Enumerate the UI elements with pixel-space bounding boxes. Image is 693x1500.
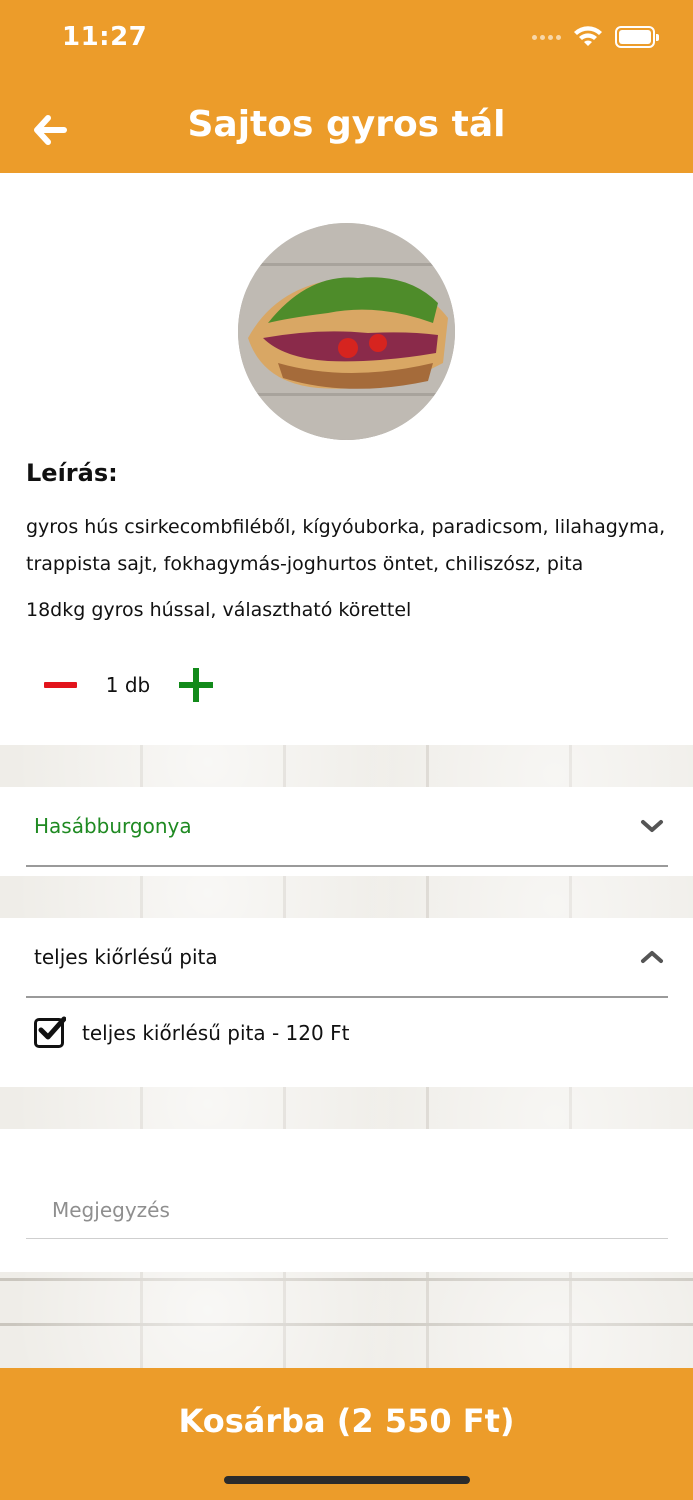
signal-icon	[532, 34, 561, 40]
status-time: 11:27	[62, 22, 148, 52]
bread-section: teljes kiőrlésű pita teljes kiőrlésű pit…	[0, 918, 693, 1087]
note-section	[0, 1129, 693, 1272]
side-dish-section: Hasábburgonya	[0, 787, 693, 876]
chevron-down-icon	[641, 820, 663, 832]
brick-background	[0, 1272, 693, 1368]
minus-icon	[43, 682, 77, 688]
note-input[interactable]	[26, 1181, 668, 1239]
add-to-cart-label: Kosárba (2 550 Ft)	[178, 1402, 515, 1440]
brick-background	[0, 876, 693, 918]
bread-option-label: teljes kiőrlésű pita - 120 Ft	[82, 1021, 350, 1045]
battery-icon	[615, 26, 659, 48]
decrease-quantity-button[interactable]	[40, 665, 80, 705]
page-title: Sajtos gyros tál	[187, 104, 506, 145]
brick-background	[0, 745, 693, 787]
quantity-stepper: 1 db	[40, 665, 216, 705]
bread-dropdown[interactable]: teljes kiőrlésű pita	[26, 918, 668, 998]
quantity-value: 1 db	[105, 673, 151, 697]
description-text: gyros hús csirkecombfiléből, kígyóuborka…	[26, 516, 666, 575]
chevron-up-icon	[641, 951, 663, 963]
product-image	[238, 223, 455, 440]
wifi-icon	[574, 26, 602, 46]
side-dish-dropdown[interactable]: Hasábburgonya	[26, 787, 668, 867]
app-header: 11:27 Sajtos gyros tál	[0, 0, 693, 173]
brick-background	[0, 1087, 693, 1129]
home-indicator	[224, 1476, 470, 1484]
increase-quantity-button[interactable]	[176, 665, 216, 705]
checkbox-checked-icon[interactable]	[34, 1016, 66, 1048]
description-extra: 18dkg gyros hússal, választható körettel	[26, 599, 412, 621]
side-dish-selected: Hasábburgonya	[34, 814, 192, 838]
bread-selected: teljes kiőrlésű pita	[34, 945, 218, 969]
bread-option[interactable]: teljes kiőrlésű pita - 120 Ft	[34, 1016, 350, 1048]
status-icons	[532, 26, 659, 48]
product-card: Leírás: gyros hús csirkecombfiléből, kíg…	[0, 173, 693, 745]
description-heading: Leírás:	[26, 459, 118, 487]
